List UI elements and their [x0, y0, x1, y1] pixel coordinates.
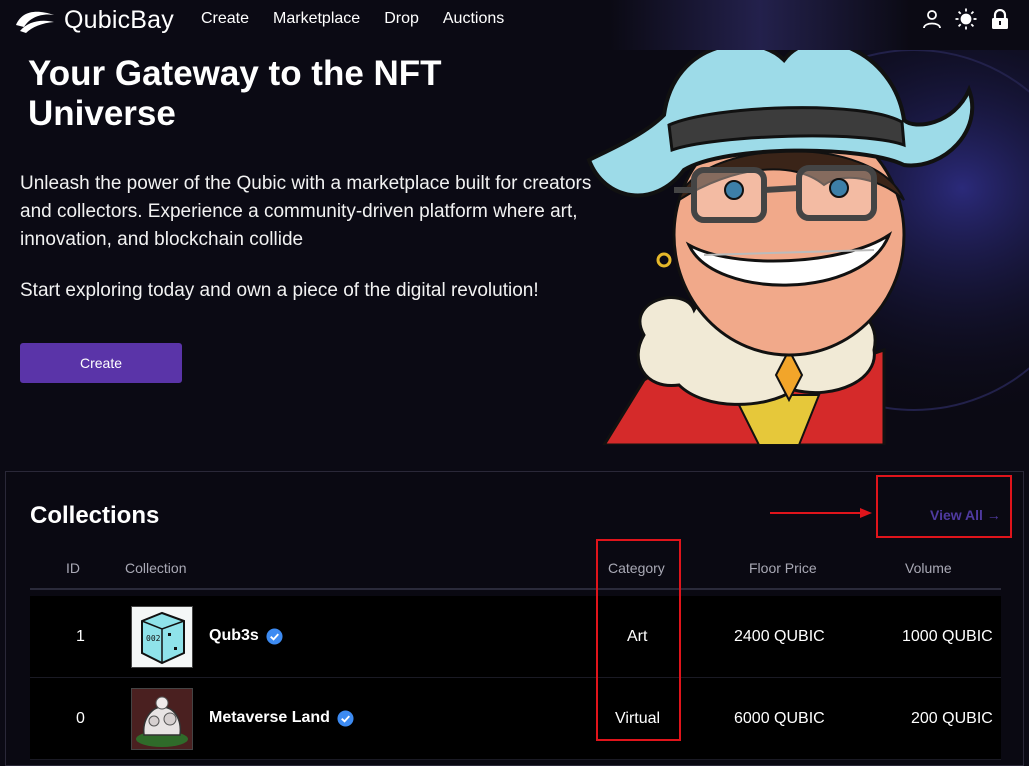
collection-thumbnail[interactable] — [131, 688, 193, 750]
brand-logo[interactable]: QubicBay — [14, 6, 174, 35]
table-row[interactable]: 1 002 Qub3s Art 2400 QUBIC 1000 QUBIC — [30, 596, 1001, 678]
annotation-box-view-all — [876, 475, 1012, 538]
metaverse-land-icon — [132, 689, 192, 749]
hero-title: Your Gateway to the NFT Universe — [28, 54, 442, 133]
annotation-box-category — [596, 539, 681, 741]
create-button[interactable]: Create — [20, 343, 182, 383]
collection-thumbnail[interactable]: 002 — [131, 606, 193, 668]
row-floor-price: 6000 QUBIC — [734, 710, 825, 727]
collection-name[interactable]: Metaverse Land — [209, 709, 354, 727]
top-nav: QubicBay Create Marketplace Drop Auction… — [0, 0, 1029, 50]
collection-name-text: Metaverse Land — [209, 709, 330, 726]
qub3s-cube-icon: 002 — [141, 611, 185, 665]
nav-link-marketplace[interactable]: Marketplace — [273, 10, 360, 28]
verified-check-icon — [266, 627, 283, 645]
collection-name[interactable]: Qub3s — [209, 627, 283, 645]
header-volume[interactable]: Volume — [905, 560, 952, 576]
row-id: 0 — [76, 710, 85, 727]
annotation-arrow-icon — [770, 508, 872, 518]
row-id: 1 — [76, 628, 85, 645]
svg-text:002: 002 — [146, 634, 161, 643]
header-id[interactable]: ID — [66, 560, 80, 576]
wave-logo-icon — [16, 11, 54, 33]
row-floor-price: 2400 QUBIC — [734, 628, 825, 645]
row-volume: 200 QUBIC — [911, 710, 993, 727]
header-floor-price[interactable]: Floor Price — [749, 560, 817, 576]
table-row[interactable]: 0 Metaverse Land Virtual 6000 QUBIC 200 … — [30, 678, 1001, 760]
brand-name: QubicBay — [64, 6, 174, 34]
nav-glow — [610, 0, 910, 50]
sun-icon[interactable] — [955, 8, 977, 30]
user-icon[interactable] — [921, 8, 943, 30]
lock-icon[interactable] — [989, 8, 1011, 30]
table-header: ID Collection Category Floor Price Volum… — [30, 556, 1001, 590]
hero-cta-text: Start exploring today and own a piece of… — [20, 280, 539, 301]
nav-link-auctions[interactable]: Auctions — [443, 10, 504, 28]
nav-icons — [921, 8, 1011, 30]
nav-links: Create Marketplace Drop Auctions — [201, 10, 504, 28]
nav-link-create[interactable]: Create — [201, 10, 249, 28]
collections-title: Collections — [30, 502, 160, 529]
header-collection[interactable]: Collection — [125, 560, 186, 576]
verified-check-icon — [337, 709, 354, 727]
row-volume: 1000 QUBIC — [902, 628, 993, 645]
cowboy-mascot-icon — [584, 50, 1029, 445]
collection-name-text: Qub3s — [209, 627, 259, 644]
hero-mascot-illustration — [584, 50, 1029, 445]
hero-description: Unleash the power of the Qubic with a ma… — [20, 173, 592, 250]
nav-link-drop[interactable]: Drop — [384, 10, 419, 28]
